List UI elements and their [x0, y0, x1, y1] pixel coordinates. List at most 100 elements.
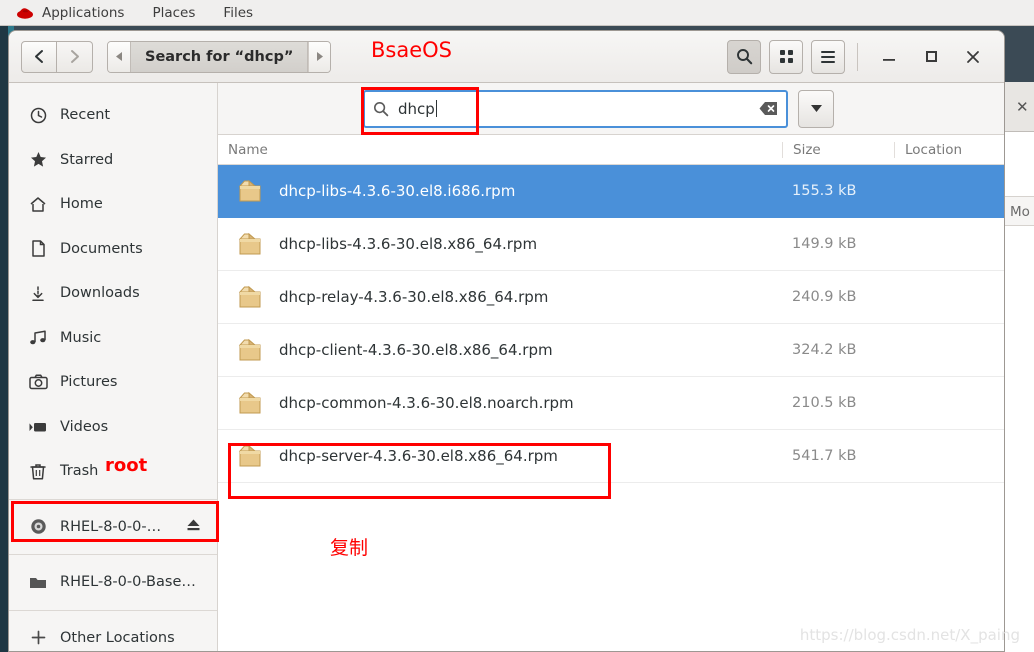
screen: ✕ Mo Applications Places Files Search fo… — [0, 0, 1034, 652]
search-bar: dhcp — [218, 83, 1004, 135]
music-note-icon — [27, 329, 49, 346]
rpm-package-icon — [236, 283, 264, 311]
files-window: Search for “dhcp” Recent Starred Home Do… — [8, 30, 1005, 652]
file-name-cell: dhcp-libs-4.3.6-30.el8.i686.rpm — [218, 177, 782, 205]
camera-icon — [27, 374, 49, 390]
table-row[interactable]: dhcp-libs-4.3.6-30.el8.x86_64.rpm 149.9 … — [218, 218, 1004, 271]
sidebar-item-videos[interactable]: Videos — [9, 405, 217, 450]
desktop-edge — [0, 26, 8, 652]
sidebar-item-rhel-baseos[interactable]: RHEL-8-0-0-Base… — [9, 560, 217, 605]
sidebar-item-label: Documents — [60, 240, 143, 257]
column-header-name[interactable]: Name — [218, 142, 782, 158]
annotation-root: root — [105, 455, 148, 476]
sidebar-item-label: RHEL-8-0-0-Base… — [60, 574, 196, 591]
hamburger-menu-button[interactable] — [811, 39, 845, 74]
disc-icon — [27, 518, 49, 535]
folder-icon — [27, 575, 49, 590]
file-name-cell: dhcp-client-4.3.6-30.el8.x86_64.rpm — [218, 336, 782, 364]
sidebar-divider-3 — [9, 609, 217, 611]
sidebar-item-label: RHEL-8-0-0-… — [60, 518, 162, 535]
rpm-package-icon — [236, 230, 264, 258]
grid-view-button[interactable] — [769, 39, 803, 74]
rpm-package-icon — [236, 442, 264, 470]
table-row[interactable]: dhcp-libs-4.3.6-30.el8.i686.rpm 155.3 kB — [218, 165, 1004, 218]
annotation-bsaeos: BsaeOS — [371, 38, 452, 62]
file-size: 324.2 kB — [792, 342, 857, 358]
window-titlebar: Search for “dhcp” — [9, 31, 1004, 83]
file-name-cell: dhcp-libs-4.3.6-30.el8.x86_64.rpm — [218, 230, 782, 258]
table-row[interactable]: dhcp-relay-4.3.6-30.el8.x86_64.rpm 240.9… — [218, 271, 1004, 324]
file-size: 149.9 kB — [792, 236, 857, 252]
sidebar-item-label: Trash — [60, 463, 99, 480]
column-headers: Name Size Location — [218, 135, 1004, 165]
window-body: Recent Starred Home Documents Downloads … — [9, 83, 1004, 652]
redhat-logo-icon — [16, 6, 34, 20]
background-window[interactable] — [1002, 82, 1034, 652]
table-row[interactable]: dhcp-common-4.3.6-30.el8.noarch.rpm 210.… — [218, 377, 1004, 430]
video-icon — [27, 420, 49, 434]
content-area: dhcp Name Size Location dhcp-libs-4.3.6-… — [218, 83, 1004, 651]
file-name: dhcp-common-4.3.6-30.el8.noarch.rpm — [279, 394, 574, 412]
column-header-location[interactable]: Location — [894, 141, 1004, 158]
close-icon[interactable]: ✕ — [1016, 100, 1029, 115]
forward-button[interactable] — [57, 40, 93, 73]
breadcrumb-left-arrow-icon[interactable] — [108, 41, 130, 72]
document-icon — [27, 240, 49, 257]
sidebar-item-starred[interactable]: Starred — [9, 138, 217, 183]
search-options-dropdown[interactable] — [798, 89, 834, 128]
trash-icon — [27, 463, 49, 480]
file-size: 240.9 kB — [792, 289, 857, 305]
table-row[interactable]: dhcp-server-4.3.6-30.el8.x86_64.rpm 541.… — [218, 430, 1004, 483]
sidebar-item-music[interactable]: Music — [9, 316, 217, 361]
sidebar-item-other-locations[interactable]: Other Locations — [9, 616, 217, 652]
search-input[interactable]: dhcp — [363, 89, 788, 128]
back-button[interactable] — [21, 40, 57, 73]
column-header-size[interactable]: Size — [782, 141, 894, 158]
eject-icon[interactable] — [186, 518, 201, 536]
download-icon — [27, 285, 49, 302]
clock-icon — [27, 107, 49, 124]
panel-item-applications[interactable]: Applications — [42, 5, 138, 21]
file-size: 210.5 kB — [792, 395, 857, 411]
toolbar-separator — [857, 42, 858, 71]
sidebar-item-label: Recent — [60, 107, 111, 124]
minimize-button[interactable] — [868, 36, 910, 78]
sidebar-item-label: Home — [60, 196, 103, 213]
file-name-cell: dhcp-relay-4.3.6-30.el8.x86_64.rpm — [218, 283, 782, 311]
search-input-value: dhcp — [398, 99, 435, 118]
file-name: dhcp-relay-4.3.6-30.el8.x86_64.rpm — [279, 288, 549, 306]
sidebar-item-pictures[interactable]: Pictures — [9, 360, 217, 405]
file-name: dhcp-client-4.3.6-30.el8.x86_64.rpm — [279, 341, 553, 359]
sidebar-item-label: Downloads — [60, 285, 140, 302]
sidebar-item-label: Pictures — [60, 374, 118, 391]
search-toggle-button[interactable] — [727, 39, 761, 74]
star-icon — [27, 151, 49, 168]
rpm-package-icon — [236, 177, 264, 205]
navigation-buttons — [21, 40, 93, 73]
breadcrumb: Search for “dhcp” — [107, 40, 332, 73]
sidebar-item-recent[interactable]: Recent — [9, 93, 217, 138]
clear-search-icon[interactable] — [759, 101, 778, 116]
table-row[interactable]: dhcp-client-4.3.6-30.el8.x86_64.rpm 324.… — [218, 324, 1004, 377]
sidebar: Recent Starred Home Documents Downloads … — [9, 83, 218, 652]
file-list: dhcp-libs-4.3.6-30.el8.i686.rpm 155.3 kB — [218, 165, 1004, 651]
maximize-button[interactable] — [910, 36, 952, 78]
sidebar-item-downloads[interactable]: Downloads — [9, 271, 217, 316]
file-name: dhcp-server-4.3.6-30.el8.x86_64.rpm — [279, 447, 558, 465]
file-size: 541.7 kB — [792, 448, 857, 464]
sidebar-item-home[interactable]: Home — [9, 182, 217, 227]
sidebar-divider-2 — [9, 554, 217, 555]
file-name-cell: dhcp-server-4.3.6-30.el8.x86_64.rpm — [218, 442, 782, 470]
panel-item-places[interactable]: Places — [138, 5, 209, 21]
plus-icon — [27, 630, 49, 645]
close-button[interactable] — [952, 36, 994, 78]
sidebar-item-documents[interactable]: Documents — [9, 227, 217, 272]
breadcrumb-current[interactable]: Search for “dhcp” — [130, 41, 309, 72]
breadcrumb-right-arrow-icon[interactable] — [308, 41, 331, 72]
panel-item-files[interactable]: Files — [209, 5, 267, 21]
file-size: 155.3 kB — [792, 183, 857, 199]
file-name-cell: dhcp-common-4.3.6-30.el8.noarch.rpm — [218, 389, 782, 417]
sidebar-divider — [9, 498, 217, 500]
titlebar-right-controls — [727, 36, 1004, 78]
sidebar-item-rhel-disc[interactable]: RHEL-8-0-0-… — [9, 505, 217, 550]
